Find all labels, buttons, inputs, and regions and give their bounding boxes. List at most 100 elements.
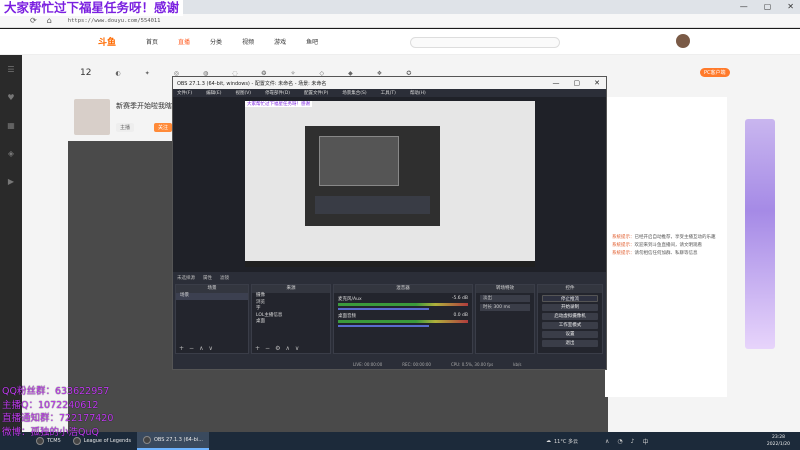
weather-widget[interactable]: ☁ 11°C 多云	[546, 432, 578, 450]
nav-category[interactable]: 分类	[210, 37, 222, 46]
category-icon-1[interactable]: ◐	[115, 70, 120, 77]
sources-list: 摄像 浏览 字 LOL主播信息 桌面	[252, 293, 330, 326]
controls-title: 控件	[538, 285, 602, 293]
ime-icon[interactable]: 中	[643, 437, 649, 446]
nav-game[interactable]: 游戏	[274, 37, 286, 46]
category-icon-2[interactable]: ✦	[145, 70, 150, 77]
menu-edit[interactable]: 编辑(E)	[206, 90, 221, 96]
chat-list: 系统提示：已经开启自动推荐，享受主播互动的乐趣 系统提示：欢迎来到斗鱼直播间，请…	[612, 234, 720, 258]
obs-title: OBS 27.1.3 (64-bit, windows) - 配置文件: 未命名…	[177, 80, 327, 87]
volume-icon[interactable]: ♪	[631, 438, 635, 445]
preview-nested-obs	[315, 196, 430, 214]
mixer-channel: 桌面音频 0.0 dB	[334, 310, 472, 327]
menu-view[interactable]: 视图(V)	[235, 90, 251, 96]
remove-icon[interactable]: −	[265, 345, 270, 352]
sidebar-recommend-icon[interactable]: ☰	[0, 55, 22, 83]
top-nav: 斗鱼 首页 直播 分类 视频 游戏 鱼吧	[0, 29, 800, 55]
network-icon[interactable]: ◔	[617, 438, 622, 445]
transitions-dock: 转场特效 淡出 时长 300 ms	[475, 284, 535, 354]
menu-file[interactable]: 文件(F)	[177, 90, 192, 96]
obs-window: OBS 27.1.3 (64-bit, windows) - 配置文件: 未命名…	[172, 76, 607, 370]
add-icon[interactable]: +	[179, 345, 184, 352]
menu-help[interactable]: 帮助(H)	[410, 90, 426, 96]
chat-message: 系统提示：请勿相信任何加群、私聊等信息	[612, 251, 698, 256]
maximize-button[interactable]: ▢	[764, 2, 772, 11]
info-line: 主播Q：1072240612	[2, 399, 99, 411]
user-avatar[interactable]	[676, 34, 690, 48]
properties-button[interactable]: 属性	[203, 275, 212, 281]
transition-duration[interactable]: 时长 300 ms	[480, 304, 530, 311]
bitrate: kb/s	[513, 362, 522, 367]
transition-select[interactable]: 淡出	[480, 295, 530, 302]
left-sidebar: ☰ ♥ ▦ ◈ ▶	[0, 55, 22, 432]
sidebar-category-icon[interactable]: ▦	[0, 111, 22, 139]
scene-item[interactable]: 场景	[176, 293, 248, 300]
douyu-logo[interactable]: 斗鱼	[98, 35, 116, 48]
nav-video[interactable]: 视频	[242, 37, 254, 46]
sidebar-video-icon[interactable]: ▶	[0, 167, 22, 195]
menu-scene-collection[interactable]: 场景集合(S)	[342, 90, 366, 96]
preview-caption: 大家帮忙过下福星任务呀！感谢	[245, 101, 312, 107]
obs-icon	[142, 436, 151, 444]
scenes-footer: + − ∧ ∨	[179, 345, 213, 352]
channel-db: 0.0 dB	[453, 313, 468, 318]
streamer-avatar[interactable]	[74, 99, 110, 135]
category-count: 12	[80, 68, 92, 78]
nav-live[interactable]: 直播	[178, 37, 190, 46]
filters-button[interactable]: 滤镜	[220, 275, 229, 281]
nav-home[interactable]: 首页	[146, 37, 158, 46]
sidebar-game-icon[interactable]: ◈	[0, 139, 22, 167]
down-icon[interactable]: ∨	[208, 345, 212, 352]
channel-name: 麦克风/Aux	[338, 297, 362, 302]
sidebar-follow-icon[interactable]: ♥	[0, 83, 22, 111]
gear-icon[interactable]: ⚙	[275, 345, 280, 352]
home-icon[interactable]: ⌂	[47, 16, 52, 25]
refresh-icon[interactable]: ⟳	[30, 16, 37, 25]
tray-chevron-icon[interactable]: ∧	[605, 438, 609, 445]
exit-button[interactable]: 退出	[542, 340, 598, 347]
follow-button[interactable]: 关注	[154, 123, 173, 132]
up-icon[interactable]: ∧	[199, 345, 203, 352]
obs-maximize-button[interactable]: ▢	[574, 79, 581, 87]
menu-docks[interactable]: 停靠部件(D)	[265, 90, 290, 96]
obs-preview[interactable]: 大家帮忙过下福星任务呀！感谢	[245, 101, 535, 267]
menu-tools[interactable]: 工具(T)	[381, 90, 396, 96]
mixer-title: 混音器	[334, 285, 472, 293]
stop-streaming-button[interactable]: 停止推流	[542, 295, 598, 302]
scenes-title: 场景	[176, 285, 248, 293]
taskbar: TCM5 League of Legends OBS 27.1.3 (64-bi…	[0, 432, 800, 450]
mixer-channel: 麦克风/Aux -5.6 dB	[334, 293, 472, 310]
remove-icon[interactable]: −	[189, 345, 194, 352]
taskbar-item-active[interactable]: OBS 27.1.3 (64-bi...	[136, 432, 209, 450]
promo-banner[interactable]	[745, 119, 775, 349]
address-bar[interactable]: https://www.douyu.com/554011	[68, 18, 161, 24]
info-line: QQ粉丝群：633622957	[2, 386, 110, 397]
close-button[interactable]: ✕	[787, 2, 794, 11]
down-icon[interactable]: ∨	[295, 345, 299, 352]
clock[interactable]: 23:28 2022/1/20	[767, 434, 790, 448]
obs-close-button[interactable]: ✕	[594, 79, 600, 87]
add-icon[interactable]: +	[255, 345, 260, 352]
studio-mode-button[interactable]: 工作室模式	[542, 322, 598, 329]
scenes-dock: 场景 场景 + − ∧ ∨	[175, 284, 249, 354]
nav-fishbar[interactable]: 鱼吧	[306, 37, 318, 46]
menu-profile[interactable]: 配置文件(P)	[304, 90, 328, 96]
mixer-dock: 混音器 麦克风/Aux -5.6 dB 桌面音频 0.0 dB	[333, 284, 473, 354]
streamer-tag: 主播	[116, 123, 135, 132]
sources-title: 来源	[252, 285, 330, 293]
sources-dock: 来源 摄像 浏览 字 LOL主播信息 桌面 + − ⚙ ∧ ∨	[251, 284, 331, 354]
nav-menu: 首页 直播 分类 视频 游戏 鱼吧	[146, 37, 318, 46]
minimize-button[interactable]: —	[740, 2, 748, 11]
obs-minimize-button[interactable]: —	[553, 79, 560, 87]
volume-slider[interactable]	[338, 325, 429, 327]
sources-footer: + − ⚙ ∧ ∨	[255, 345, 299, 352]
start-recording-button[interactable]: 开始录制	[542, 304, 598, 311]
search-input[interactable]	[410, 37, 560, 48]
no-source-label: 未选择源	[177, 276, 195, 281]
source-item[interactable]: 桌面	[252, 319, 330, 326]
up-icon[interactable]: ∧	[285, 345, 289, 352]
settings-button[interactable]: 设置	[542, 331, 598, 338]
virtual-camera-button[interactable]: 启动虚拟摄像机	[542, 313, 598, 320]
room-title: 新赛季开始啦我瞎带	[116, 102, 179, 110]
pc-client-badge[interactable]: PC客户端	[700, 68, 730, 77]
